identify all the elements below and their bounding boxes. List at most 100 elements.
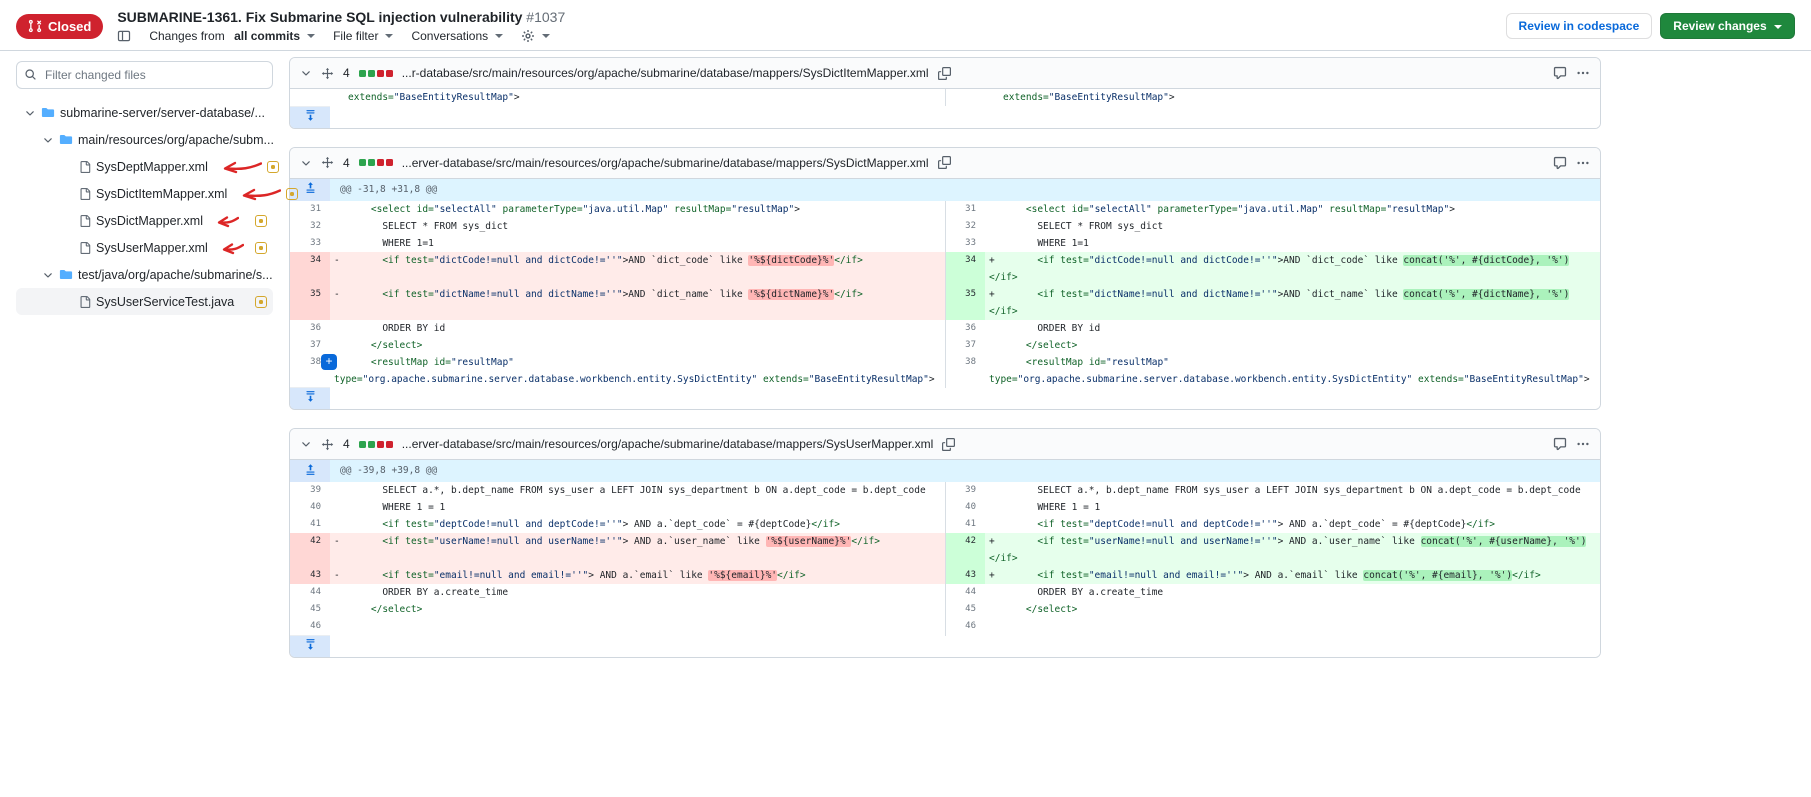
code-line[interactable]: ORDER BY a.create_time xyxy=(330,584,945,601)
review-changes-button[interactable]: Review changes xyxy=(1660,13,1795,39)
expand-down-button[interactable] xyxy=(290,106,330,128)
code-line[interactable]: <if test="deptCode!=null and deptCode!='… xyxy=(985,516,1600,533)
tree-folder-row[interactable]: submarine-server/server-database/... xyxy=(16,99,273,126)
code-line[interactable]: + <if test="userName!=null and userName!… xyxy=(985,533,1600,567)
code-line[interactable]: SELECT * FROM sys_dict xyxy=(330,218,945,235)
line-number[interactable]: 35 xyxy=(290,286,330,320)
line-number[interactable]: 36 xyxy=(290,320,330,337)
code-line[interactable]: <select id="selectAll" parameterType="ja… xyxy=(330,201,945,218)
code-line[interactable]: ORDER BY a.create_time xyxy=(985,584,1600,601)
code-line[interactable]: WHERE 1=1 xyxy=(985,235,1600,252)
line-number[interactable]: 38 xyxy=(945,354,985,388)
kebab-menu-icon[interactable] xyxy=(1576,66,1590,80)
file-filter-dropdown[interactable]: File filter xyxy=(333,29,393,43)
collapse-file-chevron-icon[interactable] xyxy=(300,67,312,79)
file-comment-icon[interactable] xyxy=(1553,156,1567,170)
code-line[interactable]: + <if test="dictCode!=null and dictCode!… xyxy=(985,252,1600,286)
line-number[interactable]: 32 xyxy=(945,218,985,235)
copy-path-icon[interactable] xyxy=(938,156,951,169)
code-line[interactable]: SELECT * FROM sys_dict xyxy=(985,218,1600,235)
line-number[interactable]: 45 xyxy=(945,601,985,618)
code-line[interactable]: + <resultMap id="resultMap" type="org.ap… xyxy=(330,354,945,388)
line-number[interactable]: 31 xyxy=(290,201,330,218)
line-number[interactable]: 46 xyxy=(290,618,330,636)
tree-folder-row[interactable]: main/resources/org/apache/subm... xyxy=(16,126,273,153)
file-comment-icon[interactable] xyxy=(1553,437,1567,451)
changes-from-dropdown[interactable]: Changes from all commits xyxy=(149,29,315,43)
filter-files-input[interactable] xyxy=(16,61,273,89)
line-number[interactable]: 41 xyxy=(945,516,985,533)
drag-handle-icon[interactable] xyxy=(321,438,334,451)
add-comment-button[interactable]: + xyxy=(321,354,337,370)
code-line[interactable]: ORDER BY id xyxy=(985,320,1600,337)
chevron-down-icon[interactable] xyxy=(24,107,36,119)
line-number[interactable]: 33 xyxy=(945,235,985,252)
code-line[interactable] xyxy=(330,618,945,636)
line-number[interactable]: 39 xyxy=(290,482,330,499)
code-line[interactable]: <resultMap id="resultMap" type="org.apac… xyxy=(985,354,1600,388)
file-path[interactable]: ...r-database/src/main/resources/org/apa… xyxy=(402,66,929,80)
line-number[interactable]: 34 xyxy=(945,252,985,286)
code-line[interactable]: SELECT a.*, b.dept_name FROM sys_user a … xyxy=(330,482,945,499)
code-line[interactable]: </select> xyxy=(330,337,945,354)
code-line[interactable]: - <if test="userName!=null and userName!… xyxy=(330,533,945,567)
code-line[interactable]: + <if test="dictName!=null and dictName!… xyxy=(985,286,1600,320)
expand-down-button[interactable] xyxy=(290,388,330,410)
code-line[interactable]: </select> xyxy=(985,601,1600,618)
line-number[interactable]: 37 xyxy=(945,337,985,354)
file-path[interactable]: ...erver-database/src/main/resources/org… xyxy=(402,156,929,170)
line-number[interactable]: 44 xyxy=(945,584,985,601)
line-number[interactable]: 31 xyxy=(945,201,985,218)
expand-down-button[interactable] xyxy=(290,636,330,658)
kebab-menu-icon[interactable] xyxy=(1576,437,1590,451)
chevron-down-icon[interactable] xyxy=(42,134,54,146)
line-number[interactable]: 40 xyxy=(290,499,330,516)
drag-handle-icon[interactable] xyxy=(321,67,334,80)
line-number[interactable]: 41 xyxy=(290,516,330,533)
line-number[interactable]: 44 xyxy=(290,584,330,601)
line-number[interactable]: 34 xyxy=(290,252,330,286)
code-line[interactable]: SELECT a.*, b.dept_name FROM sys_user a … xyxy=(985,482,1600,499)
code-line[interactable]: - <if test="email!=null and email!=''"> … xyxy=(330,567,945,584)
code-line[interactable]: </select> xyxy=(330,601,945,618)
line-number[interactable]: 43 xyxy=(290,567,330,584)
code-line[interactable]: + <if test="email!=null and email!=''"> … xyxy=(985,567,1600,584)
tree-folder-row[interactable]: test/java/org/apache/submarine/s... xyxy=(16,261,273,288)
code-line[interactable]: extends="BaseEntityResultMap"> xyxy=(330,89,945,106)
code-line[interactable]: <select id="selectAll" parameterType="ja… xyxy=(985,201,1600,218)
line-number[interactable]: 37 xyxy=(290,337,330,354)
line-number[interactable]: 40 xyxy=(945,499,985,516)
code-line[interactable]: </select> xyxy=(985,337,1600,354)
review-in-codespace-button[interactable]: Review in codespace xyxy=(1506,13,1653,39)
line-number[interactable]: 42 xyxy=(290,533,330,567)
code-line[interactable]: - <if test="dictCode!=null and dictCode!… xyxy=(330,252,945,286)
collapse-file-chevron-icon[interactable] xyxy=(300,157,312,169)
tree-file-row[interactable]: SysDictItemMapper.xml xyxy=(16,180,273,207)
line-number[interactable]: 32 xyxy=(290,218,330,235)
line-number[interactable]: 43 xyxy=(945,567,985,584)
copy-path-icon[interactable] xyxy=(942,438,955,451)
conversations-dropdown[interactable]: Conversations xyxy=(411,29,503,43)
code-line[interactable]: extends="BaseEntityResultMap"> xyxy=(985,89,1600,106)
code-line[interactable]: <if test="deptCode!=null and deptCode!='… xyxy=(330,516,945,533)
file-path[interactable]: ...erver-database/src/main/resources/org… xyxy=(402,437,934,451)
tree-file-row[interactable]: SysUserServiceTest.java xyxy=(16,288,273,315)
code-line[interactable]: - <if test="dictName!=null and dictName!… xyxy=(330,286,945,320)
file-comment-icon[interactable] xyxy=(1553,66,1567,80)
line-number[interactable]: 42 xyxy=(945,533,985,567)
code-line[interactable] xyxy=(985,618,1600,636)
tree-file-row[interactable]: SysUserMapper.xml xyxy=(16,234,273,261)
tree-file-row[interactable]: SysDeptMapper.xml xyxy=(16,153,273,180)
line-number[interactable]: 36 xyxy=(945,320,985,337)
code-line[interactable]: ORDER BY id xyxy=(330,320,945,337)
expand-up-button[interactable] xyxy=(290,460,330,482)
code-line[interactable]: WHERE 1=1 xyxy=(330,235,945,252)
drag-handle-icon[interactable] xyxy=(321,156,334,169)
line-number[interactable] xyxy=(290,89,330,106)
line-number[interactable]: 39 xyxy=(945,482,985,499)
collapse-file-chevron-icon[interactable] xyxy=(300,438,312,450)
code-line[interactable]: WHERE 1 = 1 xyxy=(985,499,1600,516)
kebab-menu-icon[interactable] xyxy=(1576,156,1590,170)
line-number[interactable] xyxy=(945,89,985,106)
line-number[interactable]: 46 xyxy=(945,618,985,636)
